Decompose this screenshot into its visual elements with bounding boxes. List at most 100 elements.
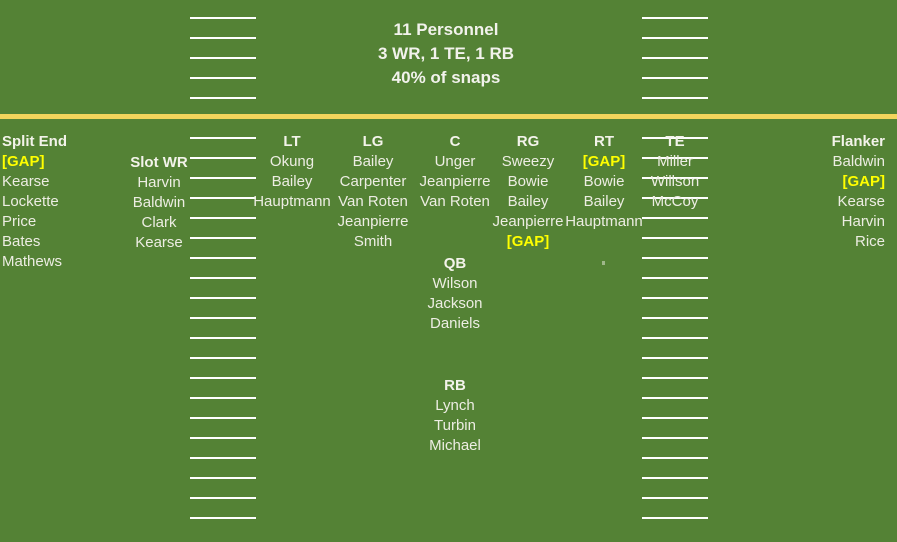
player-name-rg-2: Bailey	[507, 193, 549, 210]
column-header-qb: QB	[443, 255, 467, 272]
player-name-split-end-1: Kearse	[2, 173, 50, 190]
banner-line-grouping: 3 WR, 1 TE, 1 RB	[377, 44, 515, 63]
player-name-flanker-4: Rice	[854, 233, 885, 250]
personnel-banner: 11 Personnel 3 WR, 1 TE, 1 RB 40% of sna…	[296, 18, 596, 90]
hash-mark	[642, 437, 708, 439]
player-name-lg-3: Jeanpierre	[337, 213, 409, 230]
hash-mark	[190, 357, 256, 359]
column-header-rb: RB	[444, 377, 466, 394]
gap-marker-split-end-0: [GAP]	[2, 153, 45, 170]
player-name-rb-2: Michael	[429, 437, 481, 454]
hash-mark	[190, 297, 256, 299]
column-header-rt: RT	[594, 133, 614, 150]
hash-mark	[190, 457, 256, 459]
hash-mark	[642, 77, 708, 79]
hash-mark	[190, 337, 256, 339]
player-name-c-2: Van Roten	[420, 193, 490, 210]
hash-mark	[190, 417, 256, 419]
hash-mark	[190, 277, 256, 279]
banner-line-snaps: 40% of snaps	[391, 68, 501, 87]
hash-marks-left-column	[190, 0, 256, 542]
hash-mark	[642, 317, 708, 319]
player-name-te-2: McCoy	[651, 193, 699, 210]
hash-mark	[190, 377, 256, 379]
player-name-rg-3: Jeanpierre	[492, 213, 564, 230]
player-name-slot-wr-0: Harvin	[137, 174, 181, 191]
player-name-flanker-2: Kearse	[837, 193, 885, 210]
player-name-qb-0: Wilson	[432, 275, 478, 292]
hash-mark	[642, 517, 708, 519]
player-name-qb-1: Jackson	[427, 295, 483, 312]
player-name-lt-1: Bailey	[271, 173, 313, 190]
stray-artifact-mark	[602, 261, 605, 265]
hash-mark	[642, 37, 708, 39]
hash-mark	[642, 277, 708, 279]
hash-mark	[642, 297, 708, 299]
hash-mark	[190, 437, 256, 439]
hash-mark	[642, 497, 708, 499]
hash-marks-right-column	[642, 0, 708, 542]
player-name-lg-0: Bailey	[352, 153, 394, 170]
hash-mark	[190, 37, 256, 39]
hash-mark	[190, 197, 256, 199]
football-field-depth-chart: 11 Personnel 3 WR, 1 TE, 1 RB 40% of sna…	[0, 0, 897, 542]
column-header-lg: LG	[362, 133, 384, 150]
hash-mark	[642, 457, 708, 459]
column-header-rg: RG	[516, 133, 540, 150]
hash-mark	[642, 477, 708, 479]
hash-mark	[642, 17, 708, 19]
hash-mark	[190, 397, 256, 399]
player-name-split-end-4: Bates	[2, 233, 41, 250]
hash-mark	[190, 497, 256, 499]
column-header-c: C	[449, 133, 461, 150]
player-name-rt-2: Bailey	[583, 193, 625, 210]
gap-marker-flanker-1: [GAP]	[842, 173, 886, 190]
gap-marker-rt-0: [GAP]	[582, 153, 626, 170]
player-name-c-1: Jeanpierre	[419, 173, 491, 190]
player-name-qb-2: Daniels	[429, 315, 481, 332]
player-name-lt-0: Okung	[269, 153, 315, 170]
hash-mark	[642, 57, 708, 59]
hash-mark	[190, 237, 256, 239]
hash-mark	[190, 257, 256, 259]
hash-mark	[190, 177, 256, 179]
gap-marker-rg-4: [GAP]	[506, 233, 550, 250]
column-header-te: TE	[665, 133, 685, 150]
hash-mark	[190, 17, 256, 19]
player-name-rg-0: Sweezy	[501, 153, 555, 170]
player-name-lg-2: Van Roten	[338, 193, 408, 210]
player-name-lt-2: Hauptmann	[253, 193, 331, 210]
player-name-lg-1: Carpenter	[339, 173, 407, 190]
hash-mark	[642, 217, 708, 219]
player-name-te-1: Willson	[650, 173, 700, 190]
hash-mark	[642, 417, 708, 419]
hash-mark	[190, 217, 256, 219]
player-name-rb-0: Lynch	[435, 397, 475, 414]
player-name-rg-1: Bowie	[507, 173, 549, 190]
player-name-rt-3: Hauptmann	[565, 213, 643, 230]
player-name-split-end-5: Mathews	[2, 253, 63, 270]
hash-mark	[642, 237, 708, 239]
hash-mark	[642, 357, 708, 359]
player-name-rt-1: Bowie	[583, 173, 625, 190]
player-name-te-0: Miller	[657, 153, 693, 170]
hash-mark	[642, 397, 708, 399]
player-name-split-end-2: Lockette	[2, 193, 59, 210]
hash-mark	[190, 477, 256, 479]
hash-mark	[190, 97, 256, 99]
player-name-lg-4: Smith	[353, 233, 393, 250]
player-name-c-0: Unger	[434, 153, 476, 170]
player-name-flanker-0: Baldwin	[832, 153, 885, 170]
hash-mark	[190, 137, 256, 139]
banner-line-personnel: 11 Personnel	[393, 20, 499, 39]
hash-mark	[190, 77, 256, 79]
column-header-split-end: Split End	[2, 133, 67, 150]
hash-mark	[190, 317, 256, 319]
hash-mark	[642, 257, 708, 259]
column-header-lt: LT	[283, 133, 301, 150]
player-name-split-end-3: Price	[2, 213, 37, 230]
hash-mark	[190, 57, 256, 59]
player-name-slot-wr-2: Clark	[141, 214, 177, 231]
hash-mark	[642, 97, 708, 99]
player-name-slot-wr-3: Kearse	[135, 234, 183, 251]
